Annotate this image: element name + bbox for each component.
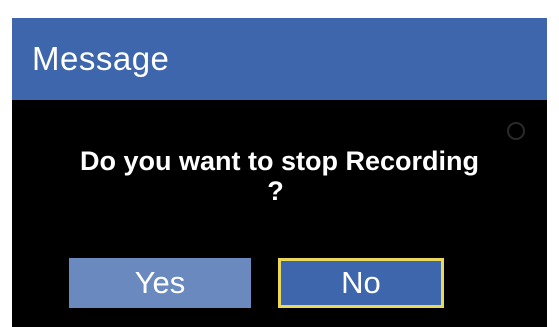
message-dialog: Message Do you want to stop Recording ? … [12,18,547,327]
dialog-buttons: Yes No [12,258,547,308]
dialog-title: Message [32,40,170,77]
message-text: Do you want to stop Recording [80,146,479,176]
faint-circle-icon [507,122,525,140]
dialog-title-bar: Message [12,18,547,100]
yes-button[interactable]: Yes [69,258,251,308]
message-question-mark: ? [267,176,284,206]
no-button[interactable]: No [278,258,444,308]
dialog-message: Do you want to stop Recording ? [12,146,547,206]
